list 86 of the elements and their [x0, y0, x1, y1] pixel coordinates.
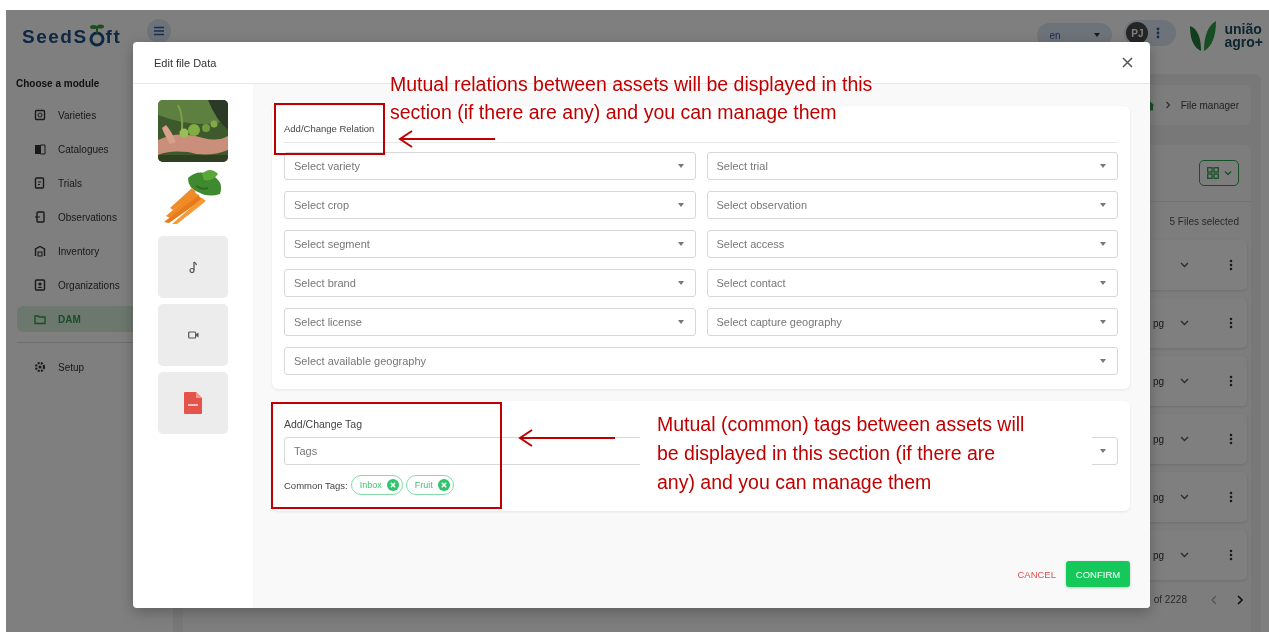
cancel-button[interactable]: CANCEL	[1017, 564, 1056, 584]
more-icon	[1229, 491, 1233, 503]
caret-icon	[1100, 281, 1106, 285]
select-field[interactable]: Select contact	[706, 269, 1118, 297]
logo-text: agro+	[1224, 36, 1263, 49]
file-name: pg	[1152, 433, 1164, 445]
grid-icon	[1206, 167, 1219, 179]
menu-icon	[147, 19, 171, 43]
caret-icon	[677, 164, 684, 168]
select-field[interactable]: Select license	[284, 308, 696, 336]
select-field[interactable]: Select access	[706, 230, 1118, 258]
select-field[interactable]: Select variety	[284, 152, 696, 180]
avatar: PJ	[1126, 22, 1149, 44]
close-icon	[1122, 57, 1133, 68]
more-icon	[1229, 259, 1233, 271]
module-icon	[34, 177, 46, 189]
logo-text: SeedS	[22, 26, 88, 48]
view-toggle-button[interactable]	[1199, 160, 1239, 186]
module-icon	[34, 211, 46, 223]
video-camera-icon	[187, 331, 199, 339]
common-tags-label: Common Tags:	[284, 479, 348, 491]
file-name: pg	[1152, 375, 1164, 387]
file-tile[interactable]	[158, 304, 228, 366]
breadcrumb-link[interactable]: File manager	[1180, 99, 1239, 111]
select-field[interactable]: Select brand	[284, 269, 696, 297]
caret-icon	[1100, 164, 1106, 168]
selection-count: 5 Files selected	[1169, 216, 1239, 229]
annotation-text: Mutual relations between assets will be displayed in this section (if there are any) and you can manage them	[390, 72, 873, 125]
leaves-icon	[1188, 20, 1219, 52]
caret-icon	[1100, 242, 1106, 246]
settings-icon	[34, 361, 46, 373]
logo-text: ft	[105, 26, 122, 48]
file-name: pg	[1152, 491, 1164, 503]
chevron-right-icon	[1164, 101, 1171, 109]
previous-icon	[1211, 594, 1217, 605]
section-title: Add/Change Tag	[284, 417, 363, 431]
music-note-icon	[189, 261, 197, 273]
module-item[interactable]: Organizations	[17, 272, 140, 298]
folder-icon	[34, 313, 46, 325]
module-item[interactable]: Setup	[17, 354, 140, 380]
module-icon	[34, 109, 46, 121]
module-item[interactable]: Observations	[17, 204, 140, 230]
file-name: pg	[1152, 549, 1164, 561]
file-tile[interactable]	[158, 236, 228, 298]
caret-icon	[1100, 203, 1106, 207]
next-icon	[1237, 594, 1243, 605]
select-field[interactable]: Select capture geography	[706, 308, 1118, 336]
select-field[interactable]: Select observation	[706, 191, 1118, 219]
dialog-title: Edit file Data	[154, 56, 217, 69]
select-field[interactable]: Select segment	[284, 230, 696, 258]
caret-icon	[677, 242, 684, 246]
more-icon	[1156, 27, 1161, 39]
more-icon	[1229, 549, 1233, 561]
caret-icon	[1100, 320, 1106, 324]
module-item[interactable]: Trials	[17, 170, 140, 196]
sprout-icon	[88, 24, 105, 48]
menu-heading: Choose a module	[16, 78, 101, 89]
file-name: pg	[1152, 317, 1164, 329]
module-icon	[34, 279, 46, 291]
caret-icon	[1100, 359, 1106, 363]
document-icon	[184, 392, 202, 414]
chevron-down-icon	[1223, 170, 1232, 176]
close-button[interactable]	[1120, 55, 1135, 70]
logo-text: união	[1224, 23, 1263, 36]
file-tile[interactable]	[158, 372, 228, 434]
more-icon	[1229, 375, 1233, 387]
module-item[interactable]: Inventory	[17, 238, 140, 264]
module-icon	[34, 245, 46, 257]
section-title: Add/Change Relation	[284, 122, 1118, 143]
select-field[interactable]: Select crop	[284, 191, 696, 219]
remove-icon	[437, 479, 450, 491]
caret-icon	[677, 281, 684, 285]
remove-icon	[386, 479, 399, 491]
more-icon	[1229, 317, 1233, 329]
select-field[interactable]: Select trial	[706, 152, 1118, 180]
select-field[interactable]: Select available geography	[284, 347, 1118, 375]
caret-icon	[1094, 33, 1101, 37]
more-icon	[1229, 433, 1233, 445]
account-menu[interactable]: PJ	[1124, 20, 1177, 46]
caret-icon	[677, 320, 684, 324]
page-count: of 2228	[1153, 594, 1187, 605]
caret-icon	[677, 203, 684, 207]
module-item[interactable]: Catalogues	[17, 136, 140, 162]
module-item[interactable]: Varieties	[17, 102, 140, 128]
caret-icon	[1100, 449, 1106, 453]
module-icon	[34, 143, 46, 155]
